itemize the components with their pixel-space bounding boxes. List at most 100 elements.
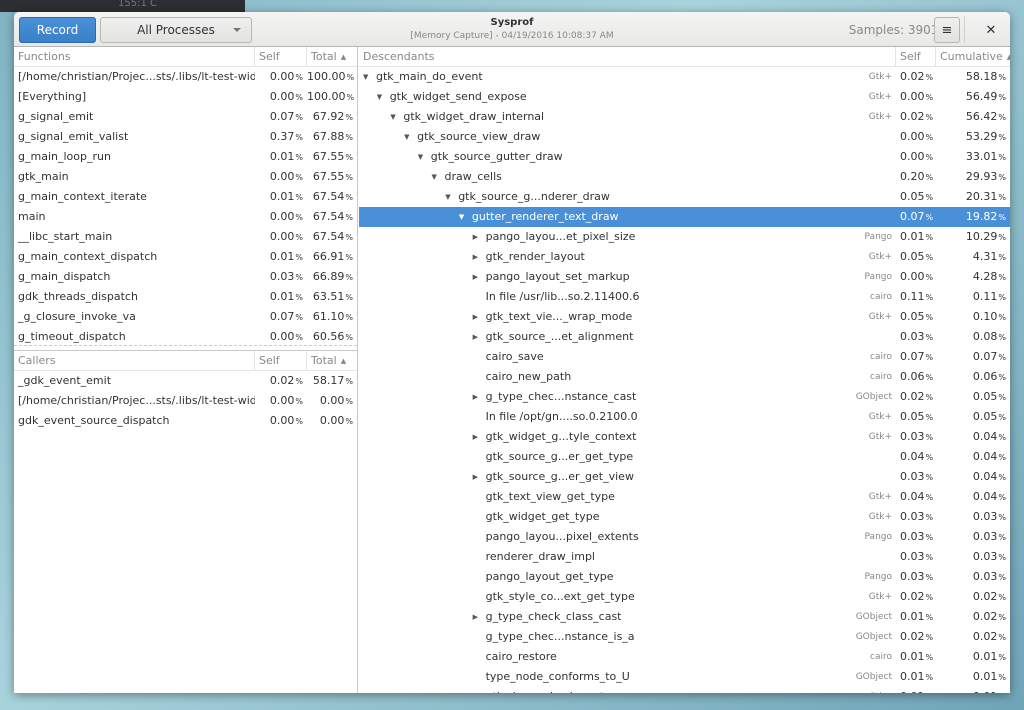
col-total[interactable]: Total ▲ <box>307 47 357 66</box>
tree-row[interactable]: ▶ pango_layout_set_markup Pango 0.00% 4.28% <box>359 267 1010 287</box>
expander-open-icon[interactable]: ▼ <box>445 187 458 207</box>
col-callers[interactable]: Callers <box>14 351 255 370</box>
self-cell: 0.05% <box>896 187 936 207</box>
total-value: 67.54 <box>312 230 345 243</box>
table-row[interactable]: g_signal_emit 0.07% 67.92% <box>14 107 357 127</box>
self-value: 0.00 <box>269 210 295 223</box>
function-name: gtk_widget_draw_internal <box>403 110 545 123</box>
tree-row[interactable]: type_node_conforms_to_U GObject 0.01% 0.01% <box>359 667 1010 687</box>
tree-row[interactable]: ▶ gtk_text_vie..._wrap_mode Gtk+ 0.05% 0.10% <box>359 307 1010 327</box>
expander-closed-icon[interactable]: ▶ <box>473 267 486 287</box>
cumulative-cell: 0.01% <box>936 667 1010 687</box>
table-row[interactable]: g_main_context_dispatch 0.01% 66.91% <box>14 247 357 267</box>
tree-row[interactable]: ▶ gtk_source_...et_alignment 0.03% 0.08% <box>359 327 1010 347</box>
table-row[interactable]: g_main_dispatch 0.03% 66.89% <box>14 267 357 287</box>
table-row[interactable]: __libc_start_main 0.00% 67.54% <box>14 227 357 247</box>
col-self[interactable]: Self <box>255 47 307 66</box>
tree-row[interactable]: In file /usr/lib...so.2.11400.6 cairo 0.11… <box>359 287 1010 307</box>
expander-closed-icon[interactable]: ▶ <box>473 467 486 487</box>
tree-row[interactable]: cairo_restore cairo 0.01% 0.01% <box>359 647 1010 667</box>
expander-open-icon[interactable]: ▼ <box>377 87 390 107</box>
function-name: g_type_chec...nstance_cast <box>485 390 637 403</box>
table-row[interactable]: [Everything] 0.00% 100.00% <box>14 87 357 107</box>
table-row[interactable]: gdk_threads_dispatch 0.01% 63.51% <box>14 287 357 307</box>
tree-row[interactable]: ▶ gtk_render_layout Gtk+ 0.05% 4.31% <box>359 247 1010 267</box>
close-button[interactable]: ✕ <box>978 17 1004 43</box>
expander-closed-icon[interactable]: ▶ <box>473 427 486 447</box>
tree-row[interactable]: gtk_source_g...er_get_type 0.04% 0.04% <box>359 447 1010 467</box>
tree-row[interactable]: pango_layout_get_type Pango 0.03% 0.03% <box>359 567 1010 587</box>
expander-closed-icon[interactable]: ▶ <box>473 327 486 347</box>
library-label: GObject <box>855 672 892 682</box>
table-row[interactable]: g_main_loop_run 0.01% 67.55% <box>14 147 357 167</box>
self-value: 0.00 <box>900 150 925 163</box>
total-value: 67.55 <box>312 170 345 183</box>
tree-row[interactable]: g_type_chec...nstance_is_a GObject 0.02% 0.… <box>359 627 1010 647</box>
expander-closed-icon[interactable]: ▶ <box>473 227 486 247</box>
tree-row[interactable]: ▼ gutter_renderer_text_draw 0.07% 19.82% <box>359 207 1010 227</box>
library-label <box>816 207 896 227</box>
table-row[interactable]: g_signal_emit_valist 0.37% 67.88% <box>14 127 357 147</box>
expander-open-icon[interactable]: ▼ <box>404 127 417 147</box>
tree-row[interactable]: renderer_draw_impl 0.03% 0.03% <box>359 547 1010 567</box>
table-row[interactable]: _gdk_event_emit 0.02% 58.17% <box>14 371 357 391</box>
tree-row[interactable]: ▶ g_type_chec...nstance_cast GObject 0.02% 0… <box>359 387 1010 407</box>
self-cell: 0.00% <box>896 267 936 287</box>
table-row[interactable]: main 0.00% 67.54% <box>14 207 357 227</box>
col-self[interactable]: Self <box>896 47 936 66</box>
tree-cell: cairo_save <box>359 347 816 367</box>
tree-row[interactable]: pango_layou...pixel_extents Pango 0.03% 0.0… <box>359 527 1010 547</box>
tree-row[interactable]: ▶ g_type_check_class_cast GObject 0.01% 0.02… <box>359 607 1010 627</box>
expander-closed-icon[interactable]: ▶ <box>473 247 486 267</box>
table-row[interactable]: gtk_main 0.00% 67.55% <box>14 167 357 187</box>
col-total[interactable]: Total ▲ <box>307 351 357 370</box>
tree-row[interactable]: ▶ gtk_source_g...er_get_view 0.03% 0.04% <box>359 467 1010 487</box>
table-row[interactable]: gdk_event_source_dispatch 0.00% 0.00% <box>14 411 357 431</box>
menu-button[interactable]: ≡ <box>934 17 960 43</box>
tree-cell: ▼ gtk_source_view_draw <box>359 127 816 147</box>
tree-row[interactable]: gtk_text_view_get_type Gtk+ 0.04% 0.04% <box>359 487 1010 507</box>
table-row[interactable]: [/home/christian/Projec...sts/.libs/lt-t… <box>14 67 357 87</box>
col-descendants[interactable]: Descendants <box>359 47 896 66</box>
expander-closed-icon[interactable]: ▶ <box>473 387 486 407</box>
tree-row[interactable]: gtk_widget_get_type Gtk+ 0.03% 0.03% <box>359 507 1010 527</box>
expander-open-icon[interactable]: ▼ <box>390 107 403 127</box>
tree-row[interactable]: gtk_style_co...ext_get_type Gtk+ 0.02% 0.02… <box>359 587 1010 607</box>
percent-sign: % <box>998 413 1006 422</box>
expander-closed-icon[interactable]: ▶ <box>473 307 486 327</box>
tree-row[interactable]: cairo_save cairo 0.07% 0.07% <box>359 347 1010 367</box>
table-row[interactable]: g_main_context_iterate 0.01% 67.54% <box>14 187 357 207</box>
table-row[interactable]: [/home/christian/Projec...sts/.libs/lt-t… <box>14 391 357 411</box>
table-row[interactable]: _g_closure_invoke_va 0.07% 61.10% <box>14 307 357 327</box>
col-self[interactable]: Self <box>255 351 307 370</box>
tree-row[interactable]: ▶ gtk_widget_g...tyle_context Gtk+ 0.03% 0.0… <box>359 427 1010 447</box>
cumulative-value: 0.02 <box>972 630 998 643</box>
self-value: 0.05 <box>900 250 925 263</box>
tree-row[interactable]: ▼ gtk_widget_send_expose Gtk+ 0.00% 56.49% <box>359 87 1010 107</box>
tree-row[interactable]: ▼ gtk_widget_draw_internal Gtk+ 0.02% 56.42% <box>359 107 1010 127</box>
percent-sign: % <box>345 273 353 282</box>
total-value: 63.51 <box>312 290 345 303</box>
tree-row[interactable]: ▼ gtk_main_do_event Gtk+ 0.02% 58.18% <box>359 67 1010 87</box>
tree-cell: In file /usr/lib...so.2.11400.6 <box>359 287 816 307</box>
expander-open-icon[interactable]: ▼ <box>363 67 376 87</box>
tree-row[interactable]: ▼ gtk_source_gutter_draw 0.00% 33.01% <box>359 147 1010 167</box>
self-value: 0.01 <box>900 230 925 243</box>
expander-open-icon[interactable]: ▼ <box>432 167 445 187</box>
expander-open-icon[interactable]: ▼ <box>459 207 472 227</box>
table-row[interactable]: g_timeout_dispatch 0.00% 60.56% <box>14 327 357 345</box>
tree-row[interactable]: ▶ pango_layou...et_pixel_size Pango 0.01% 10… <box>359 227 1010 247</box>
tree-row[interactable]: ▼ gtk_source_g...nderer_draw 0.05% 20.31% <box>359 187 1010 207</box>
separator <box>964 16 965 43</box>
tree-row[interactable]: In file /opt/gn....so.0.2100.0 Gtk+ 0.05% 0… <box>359 407 1010 427</box>
library-label: cairo <box>870 292 892 302</box>
tree-row[interactable]: gtk_do_render_layoutGtk+0.01%0.01% <box>359 687 1010 693</box>
function-name: gtk_source_...et_alignment <box>485 330 634 343</box>
tree-row[interactable]: ▼ gtk_source_view_draw 0.00% 53.29% <box>359 127 1010 147</box>
col-cumulative[interactable]: Cumulative ▲ <box>936 47 1010 66</box>
expander-open-icon[interactable]: ▼ <box>418 147 431 167</box>
tree-row[interactable]: cairo_new_path cairo 0.06% 0.06% <box>359 367 1010 387</box>
expander-closed-icon[interactable]: ▶ <box>473 607 486 627</box>
col-functions[interactable]: Functions <box>14 47 255 66</box>
tree-row[interactable]: ▼ draw_cells 0.20% 29.93% <box>359 167 1010 187</box>
